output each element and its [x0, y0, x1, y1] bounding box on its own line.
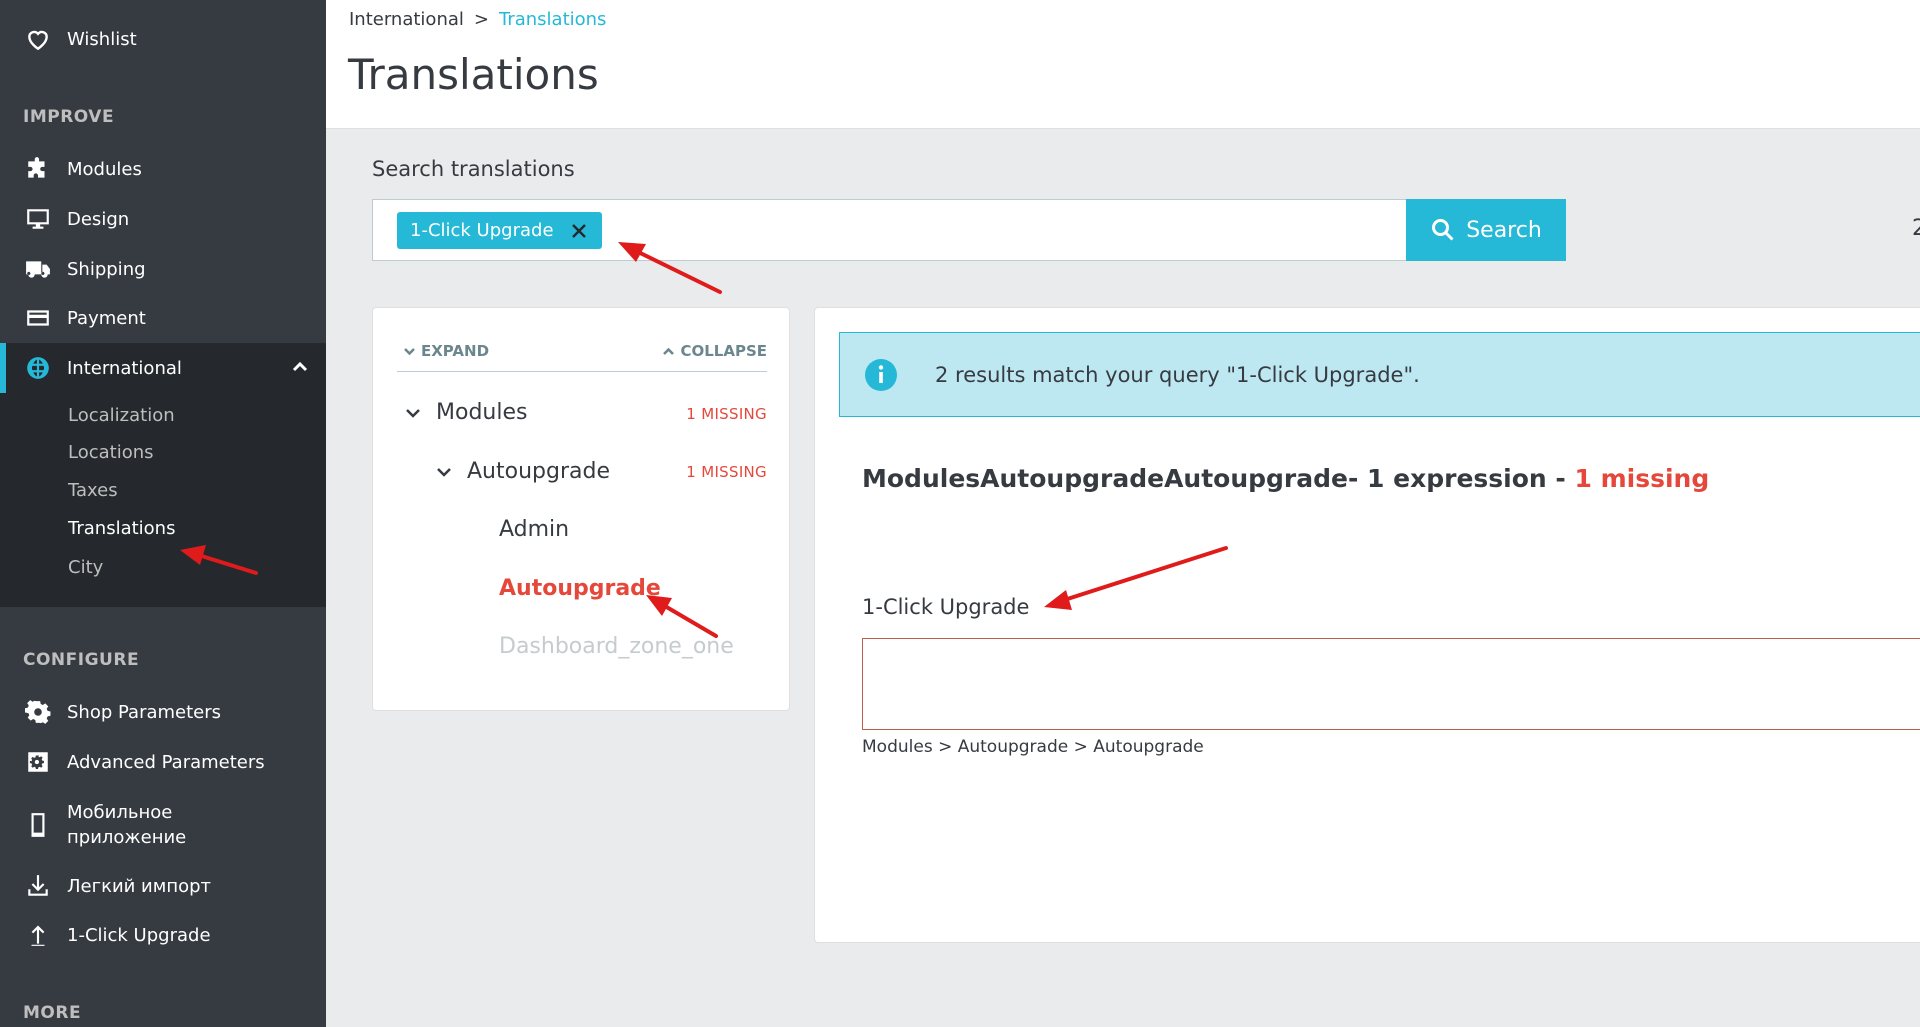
translation-path: Modules > Autoupgrade > Autoupgrade — [862, 737, 1204, 757]
info-icon — [865, 358, 897, 391]
section-title-improve: IMPROVE — [23, 107, 115, 127]
missing-badge: 1 MISSING — [686, 405, 767, 423]
breadcrumb-separator: > — [473, 9, 489, 30]
translation-tree-panel: EXPAND COLLAPSE Modules 1 MISSING Autoup… — [372, 307, 790, 711]
tree-leaf-dashboard-zone-one[interactable]: Dashboard_zone_one — [499, 634, 734, 659]
submenu-item-city[interactable]: City — [68, 557, 103, 578]
international-submenu: Localization Locations Taxes Translation… — [0, 393, 326, 607]
label-line-2: приложение — [67, 827, 187, 848]
tree-leaf-admin[interactable]: Admin — [499, 517, 569, 542]
sidebar-item-label: Shop Parameters — [67, 701, 222, 723]
sidebar-item-label: Shipping — [67, 258, 146, 280]
sidebar-item-label: Modules — [67, 158, 142, 180]
truck-icon — [23, 254, 53, 284]
sidebar-item-shop-parameters[interactable]: Shop Parameters — [0, 687, 326, 737]
page-title: Translations — [348, 50, 599, 99]
sidebar-item-modules[interactable]: Modules — [0, 144, 326, 194]
search-input[interactable]: 1-Click Upgrade — [372, 199, 1407, 261]
sidebar-item-design[interactable]: Design — [0, 194, 326, 244]
search-button[interactable]: Search — [1406, 199, 1566, 261]
tree-leaf-autoupgrade[interactable]: Autoupgrade — [499, 576, 661, 601]
sidebar-item-label: Payment — [67, 307, 146, 329]
breadcrumb-parent[interactable]: International — [349, 9, 464, 30]
submenu-item-translations[interactable]: Translations — [68, 518, 175, 539]
credit-card-icon — [23, 303, 53, 333]
sidebar-item-advanced-parameters[interactable]: Advanced Parameters — [0, 737, 326, 787]
alert-text: 2 results match your query "1-Click Upgr… — [935, 362, 1420, 387]
search-button-label: Search — [1466, 217, 1542, 243]
sidebar-item-label: Advanced Parameters — [67, 751, 265, 773]
sidebar-item-international[interactable]: International — [0, 343, 326, 393]
globe-icon — [23, 353, 53, 383]
search-tag-label: 1-Click Upgrade — [410, 220, 554, 241]
page-header: International > Translations Translations — [326, 0, 1920, 129]
section-title-configure: CONFIGURE — [23, 650, 140, 670]
chevron-down-icon — [404, 347, 415, 355]
sidebar-item-label: 1-Click Upgrade — [67, 924, 211, 946]
heart-icon — [23, 24, 53, 54]
submenu-item-taxes[interactable]: Taxes — [68, 480, 118, 501]
close-icon[interactable] — [570, 222, 588, 240]
download-icon — [23, 871, 53, 901]
tree-node-autoupgrade[interactable]: Autoupgrade — [434, 459, 610, 484]
monitor-icon — [23, 204, 53, 234]
puzzle-icon — [23, 154, 53, 184]
chevron-up-icon[interactable] — [290, 357, 310, 377]
label-line-1: Мобильное — [67, 802, 173, 823]
collapse-label: COLLAPSE — [680, 342, 767, 360]
tree-node-label: Modules — [436, 400, 528, 425]
breadcrumb: International > Translations — [349, 9, 606, 30]
sidebar: Wishlist IMPROVE Modules Design Shipping… — [0, 0, 326, 1027]
sidebar-item-wishlist[interactable]: Wishlist — [0, 14, 326, 64]
domain-title: ModulesAutoupgradeAutoupgrade- 1 express… — [862, 464, 1575, 493]
expand-button[interactable]: EXPAND — [403, 342, 489, 360]
upload-icon — [23, 920, 53, 950]
cog-box-icon — [23, 747, 53, 777]
gear-icon — [23, 697, 53, 727]
translation-field-label: 1-Click Upgrade — [862, 595, 1030, 619]
tree-node-modules[interactable]: Modules — [403, 400, 527, 425]
search-label: Search translations — [372, 157, 575, 181]
translation-textarea[interactable] — [862, 638, 1920, 730]
collapse-button[interactable]: COLLAPSE — [662, 342, 767, 360]
sidebar-item-payment[interactable]: Payment — [0, 293, 326, 343]
sidebar-item-label: Wishlist — [67, 28, 137, 50]
breadcrumb-current[interactable]: Translations — [499, 9, 606, 30]
chevron-down-icon[interactable] — [403, 403, 423, 423]
search-icon — [1432, 219, 1454, 241]
chevron-up-icon — [663, 347, 675, 355]
domain-heading: ModulesAutoupgradeAutoupgrade- 1 express… — [862, 464, 1709, 493]
sidebar-item-shipping[interactable]: Shipping — [0, 244, 326, 294]
submenu-item-locations[interactable]: Locations — [68, 442, 154, 463]
missing-badge: 1 MISSING — [686, 463, 767, 481]
sidebar-item-label: Мобильное приложение — [67, 800, 186, 850]
tree-node-label: Autoupgrade — [467, 459, 610, 484]
domain-missing-count: 1 missing — [1574, 464, 1710, 493]
expand-label: EXPAND — [421, 342, 490, 360]
sidebar-item-label: Легкий импорт — [67, 875, 212, 897]
search-tag-chip[interactable]: 1-Click Upgrade — [397, 212, 602, 249]
sidebar-item-1-click-upgrade[interactable]: 1-Click Upgrade — [0, 910, 326, 960]
translation-results-panel: 2 results match your query "1-Click Upgr… — [814, 307, 1920, 943]
sidebar-item-label: International — [67, 357, 182, 379]
mobile-icon — [23, 810, 53, 840]
sidebar-item-label: Design — [67, 208, 130, 230]
sidebar-item-mobile-app[interactable]: Мобильное приложение — [0, 799, 326, 851]
submenu-item-localization[interactable]: Localization — [68, 405, 175, 426]
tree-controls: EXPAND COLLAPSE — [397, 342, 767, 372]
section-title-more: MORE — [23, 1003, 82, 1023]
cropped-text: 2 — [1912, 216, 1920, 241]
info-alert: 2 results match your query "1-Click Upgr… — [839, 332, 1920, 417]
sidebar-item-easy-import[interactable]: Легкий импорт — [0, 861, 326, 911]
chevron-down-icon[interactable] — [434, 462, 454, 482]
